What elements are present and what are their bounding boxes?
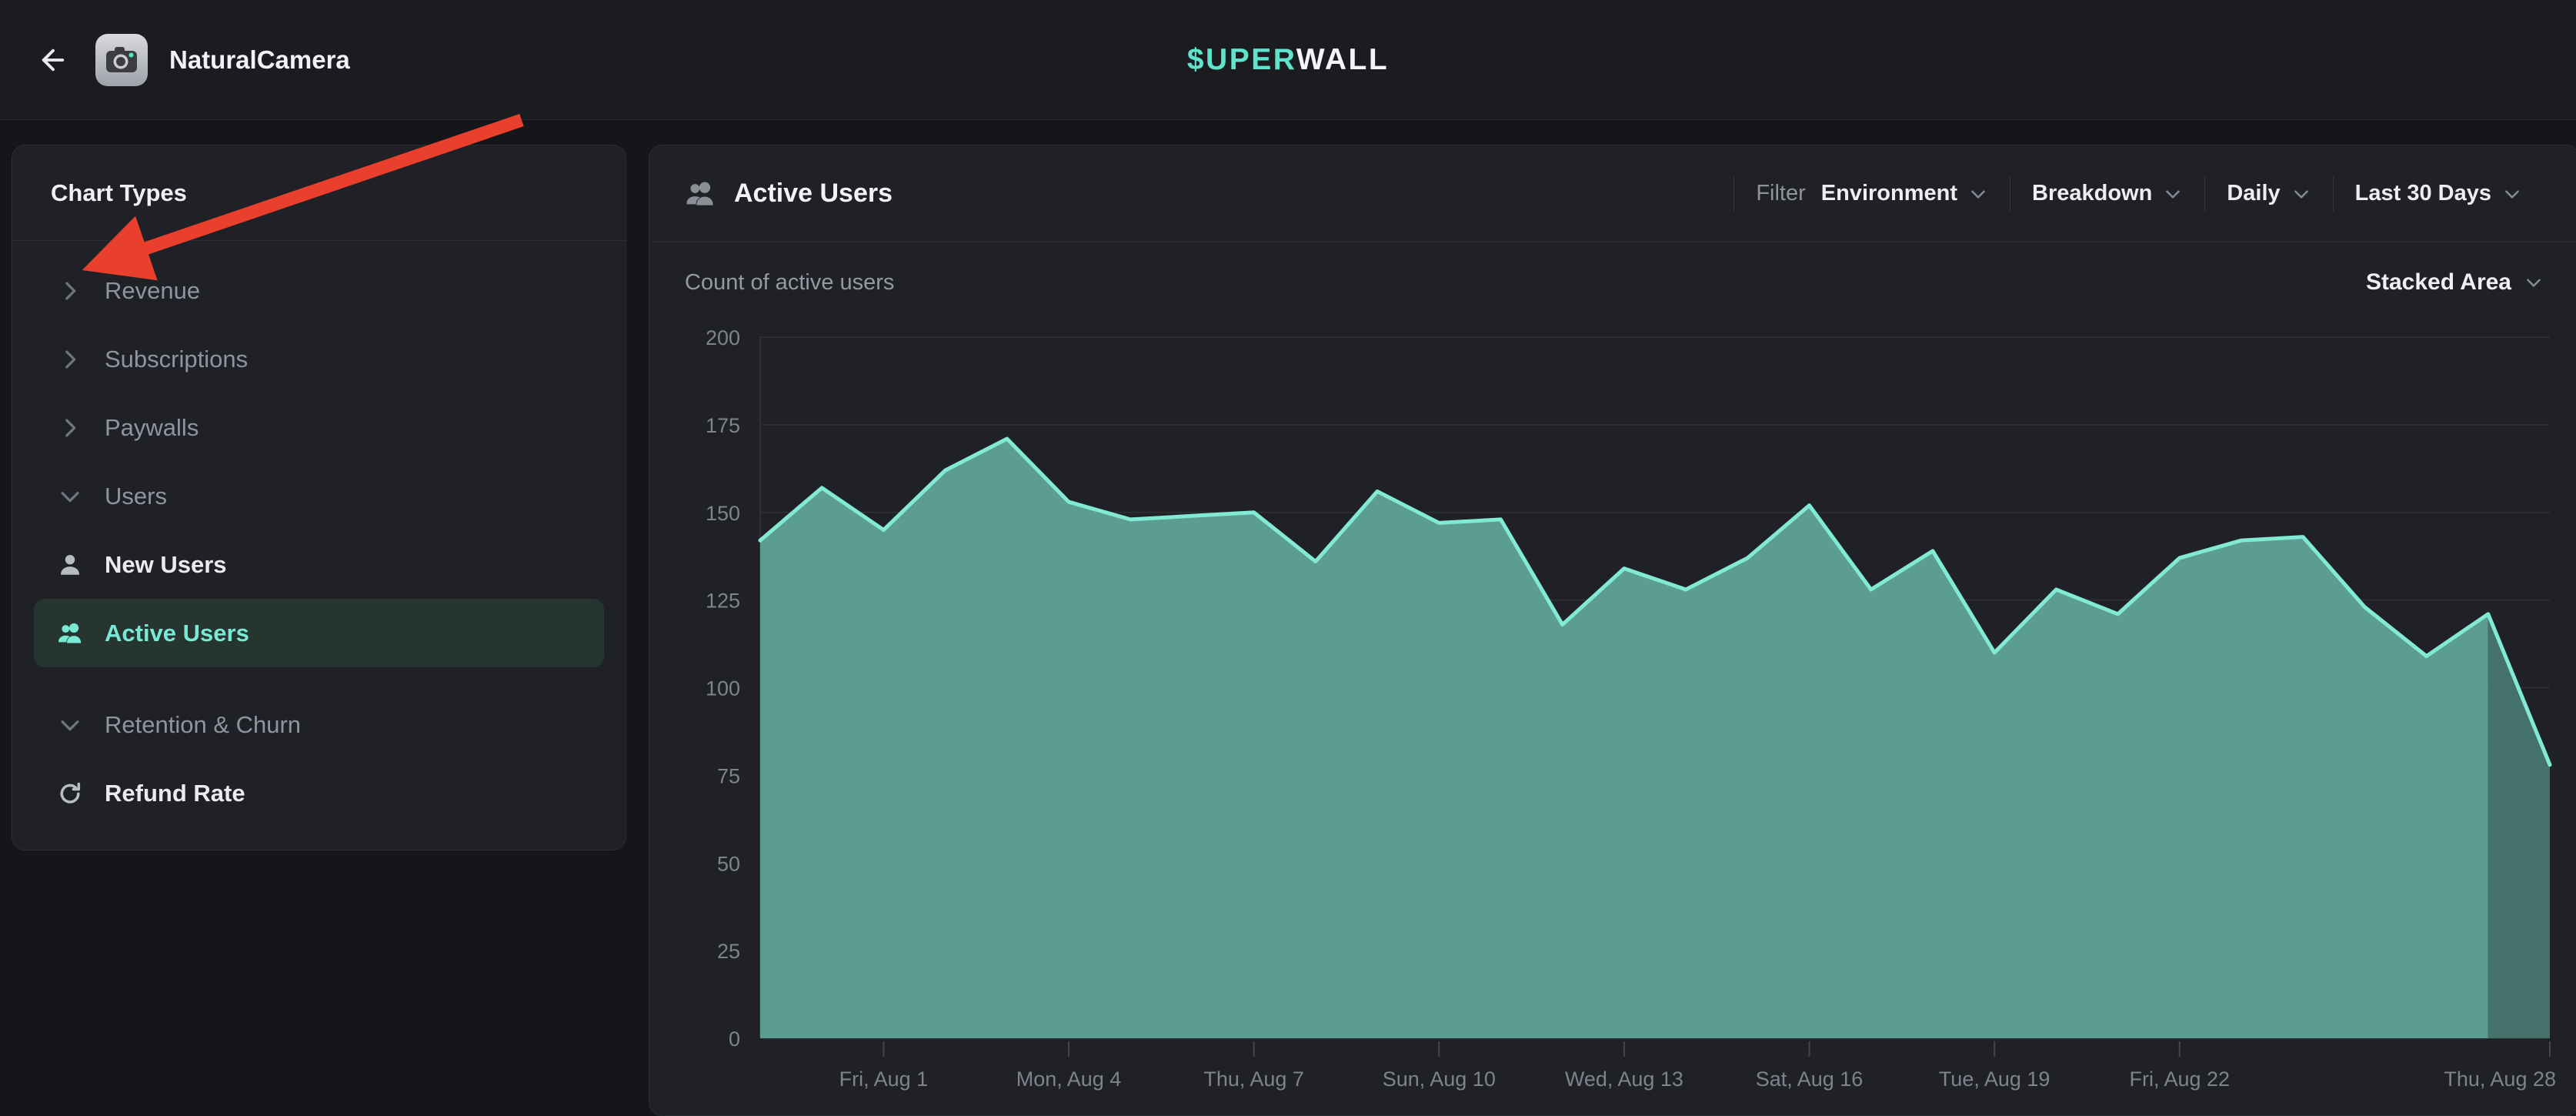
sidebar-item-label: Active Users: [105, 620, 249, 647]
sidebar-item-active-users[interactable]: Active Users: [34, 599, 604, 667]
chevron-down-icon: [57, 483, 83, 510]
daily-dropdown[interactable]: Daily: [2205, 181, 2332, 206]
sidebar-item-label: Subscriptions: [105, 346, 248, 373]
chart-style-label: Stacked Area: [2366, 269, 2511, 296]
users-icon: [57, 620, 83, 647]
x-axis-label: Sun, Aug 10: [1383, 1068, 1496, 1091]
control-prefix: Filter: [1756, 181, 1805, 206]
x-axis-label: Wed, Aug 13: [1565, 1068, 1683, 1091]
logo-rest: WALL: [1296, 43, 1389, 76]
chevron-down-icon: [1968, 184, 1988, 204]
chart-subtitle: Count of active users: [685, 270, 894, 296]
sidebar-item-users[interactable]: Users: [34, 462, 604, 530]
user-icon: [57, 552, 83, 578]
sidebar-item-refund-rate[interactable]: Refund Rate: [34, 759, 604, 827]
sidebar-item-retention-churn[interactable]: Retention & Churn: [34, 690, 604, 759]
chart-controls: Filter Environment Breakdown Daily Last 30 D…: [1733, 176, 2544, 212]
app-title: NaturalCamera: [169, 45, 350, 75]
chevron-down-icon: [2502, 184, 2522, 204]
filter-environment-dropdown[interactable]: Filter Environment: [1734, 181, 2010, 206]
sidebar-item-label: Retention & Churn: [105, 711, 301, 739]
chevron-down-icon: [57, 712, 83, 738]
x-axis-label: Mon, Aug 4: [1016, 1068, 1122, 1091]
sidebar-list: Revenue Subscriptions Paywalls Users New Use…: [12, 241, 626, 827]
y-axis-label: 50: [717, 852, 740, 875]
active-users-card: Active Users Filter Environment Breakdown D…: [649, 145, 2576, 1116]
chart-types-sidebar: Chart Types Revenue Subscriptions Paywalls…: [12, 145, 626, 850]
y-axis-label: 200: [706, 326, 740, 349]
x-axis-label: Sat, Aug 16: [1756, 1068, 1864, 1091]
x-axis-label: Fri, Aug 1: [839, 1068, 929, 1091]
refresh-icon: [57, 780, 83, 807]
chevron-down-icon: [2163, 184, 2183, 204]
sidebar-item-label: Refund Rate: [105, 780, 245, 807]
y-axis-label: 0: [729, 1027, 740, 1051]
topbar: NaturalCamera $UPERWALL: [0, 0, 2576, 120]
sidebar-item-label: New Users: [105, 551, 227, 579]
y-axis-label: 125: [706, 590, 740, 613]
sidebar-item-new-users[interactable]: New Users: [34, 530, 604, 599]
arrow-left-icon: [37, 44, 69, 76]
y-axis-label: 100: [706, 677, 740, 700]
chart-title: Active Users: [734, 179, 893, 209]
control-label: Last 30 Days: [2355, 181, 2491, 206]
sidebar-item-revenue[interactable]: Revenue: [34, 256, 604, 325]
sidebar-item-subscriptions[interactable]: Subscriptions: [34, 325, 604, 393]
area-series-incomplete: [2488, 614, 2550, 1038]
superwall-logo: $UPERWALL: [1187, 43, 1389, 77]
logo-accent: $UPER: [1187, 43, 1296, 76]
chevron-right-icon: [57, 278, 83, 304]
control-label: Breakdown: [2032, 181, 2152, 206]
sidebar-item-label: Revenue: [105, 277, 200, 305]
active-users-area-chart: 0 25 50 75 100 125 150 175 200 Fri, Aug 1 Mon, Aug…: [649, 322, 2576, 1116]
chart-style-dropdown[interactable]: Stacked Area: [2366, 269, 2544, 296]
area-series: [760, 439, 2488, 1038]
camera-app-icon: [95, 34, 148, 86]
sidebar-item-label: Users: [105, 483, 167, 510]
users-icon: [685, 179, 716, 209]
chevron-down-icon: [2524, 272, 2544, 292]
chart-subheader: Count of active users Stacked Area: [649, 242, 2576, 322]
x-axis-label: Tue, Aug 19: [1939, 1068, 2050, 1091]
y-axis-label: 175: [706, 414, 740, 437]
last-30-days-dropdown[interactable]: Last 30 Days: [2334, 181, 2544, 206]
sidebar-item-label: Paywalls: [105, 414, 199, 442]
x-axis-label: Fri, Aug 22: [2129, 1068, 2230, 1091]
y-axis-label: 75: [717, 764, 740, 787]
sidebar-title: Chart Types: [12, 145, 626, 241]
control-label: Daily: [2227, 181, 2280, 206]
chevron-right-icon: [57, 415, 83, 441]
y-axis-label: 25: [717, 940, 740, 963]
x-axis-label: Thu, Aug 28: [2444, 1068, 2556, 1091]
chart-card-header: Active Users Filter Environment Breakdown D…: [649, 145, 2576, 242]
control-label: Environment: [1821, 181, 1957, 206]
chevron-down-icon: [2291, 184, 2311, 204]
back-button[interactable]: [32, 39, 74, 81]
sidebar-item-paywalls[interactable]: Paywalls: [34, 393, 604, 462]
x-axis-label: Thu, Aug 7: [1203, 1068, 1304, 1091]
chevron-right-icon: [57, 346, 83, 373]
breakdown-dropdown[interactable]: Breakdown: [2010, 181, 2204, 206]
y-axis-label: 150: [706, 502, 740, 525]
